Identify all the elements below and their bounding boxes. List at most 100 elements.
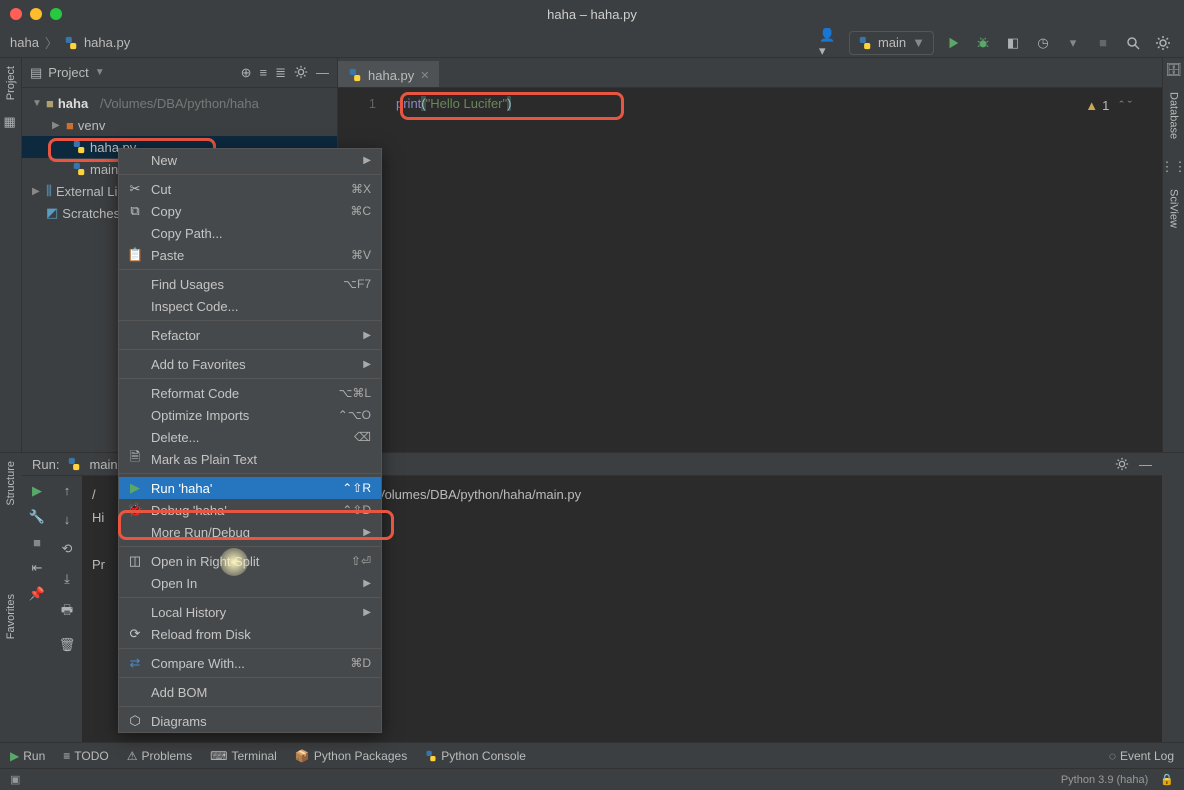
console-actions-rail: ↑ ↓ ⟲ ⤓ 🖶 🗑	[52, 453, 82, 742]
code-editor[interactable]: 1 print("Hello Lucifer") ▲ 1 ˆ ˇ	[338, 88, 1162, 119]
exit-icon[interactable]: ⇤	[32, 560, 43, 576]
coverage-button[interactable]: ◧	[1002, 32, 1024, 54]
soft-wrap-icon[interactable]: ⟲	[62, 541, 73, 557]
python-icon	[72, 140, 86, 154]
debug-button[interactable]	[972, 32, 994, 54]
breadcrumb-item[interactable]: haha	[10, 35, 39, 50]
close-tab-icon[interactable]: ✕	[420, 69, 429, 82]
ctx-paste[interactable]: 📋Paste⌘V	[119, 244, 381, 266]
ctx-debug[interactable]: 🐞Debug 'haha'⌃⇧D	[119, 499, 381, 521]
ctx-diagrams[interactable]: ⬡Diagrams	[119, 710, 381, 732]
breadcrumb-separator: 〉	[45, 33, 58, 52]
interpreter-status[interactable]: Python 3.9 (haha)	[1061, 774, 1148, 786]
code-line: print("Hello Lucifer")	[388, 96, 511, 111]
breadcrumb-item[interactable]: haha.py	[84, 35, 130, 50]
expand-all-icon[interactable]: ≡	[260, 65, 268, 81]
scroll-icon[interactable]: ⤓	[64, 571, 70, 587]
ctx-open-in[interactable]: Open In▶	[119, 572, 381, 594]
trash-icon[interactable]: 🗑	[59, 637, 76, 653]
print-icon[interactable]: 🖶	[61, 601, 73, 623]
ctx-optimize[interactable]: Optimize Imports⌃⌥O	[119, 404, 381, 426]
left-tool-rail: Project ▦	[0, 58, 22, 452]
event-log-tab[interactable]: ◌Event Log	[1109, 749, 1174, 763]
prev-icon[interactable]: ˆ	[1119, 98, 1123, 113]
up-icon[interactable]: ↑	[64, 483, 71, 498]
play-icon: ▶	[127, 480, 143, 496]
stop-icon[interactable]: ■	[33, 535, 41, 550]
ctx-run[interactable]: ▶Run 'haha'⌃⇧R	[119, 477, 381, 499]
next-icon[interactable]: ˇ	[1128, 98, 1132, 113]
python-icon	[64, 36, 78, 50]
ctx-more-run[interactable]: More Run/Debug▶	[119, 521, 381, 543]
locate-icon[interactable]: ⊕	[241, 65, 252, 81]
ctx-reformat[interactable]: Reformat Code⌥⌘L	[119, 382, 381, 404]
pin-icon[interactable]: 📌	[29, 586, 45, 602]
run-tab[interactable]: ▶Run	[10, 749, 45, 763]
tool-window-icon[interactable]: ▣	[10, 773, 20, 786]
database-icon[interactable]: 🗄	[1165, 62, 1182, 78]
ctx-refactor[interactable]: Refactor▶	[119, 324, 381, 346]
ctx-copy[interactable]: ⧉Copy⌘C	[119, 200, 381, 222]
sciview-icon[interactable]: ⋮⋮	[1161, 159, 1184, 175]
lock-icon[interactable]: 🔒	[1160, 773, 1174, 786]
ctx-delete[interactable]: Delete...⌫	[119, 426, 381, 448]
todo-tab[interactable]: ≡TODO	[63, 749, 108, 763]
user-icon[interactable]: 👤▾	[819, 32, 841, 54]
search-everywhere-icon[interactable]	[1122, 32, 1144, 54]
cut-icon: ✂	[127, 181, 143, 197]
rerun-icon[interactable]: ▶	[32, 483, 42, 499]
zoom-window-button[interactable]	[50, 8, 62, 20]
settings-icon[interactable]	[1115, 457, 1129, 472]
profile-button[interactable]: ◷	[1032, 32, 1054, 54]
settings-icon[interactable]	[1152, 32, 1174, 54]
project-tool-tab[interactable]: Project	[5, 62, 17, 104]
packages-tab[interactable]: 📦Python Packages	[295, 749, 407, 763]
console-tab[interactable]: Python Console	[425, 749, 526, 763]
structure-tool-tab[interactable]: Structure	[5, 457, 17, 510]
problems-tab[interactable]: ⚠Problems	[127, 749, 192, 763]
collapse-all-icon[interactable]: ≣	[275, 65, 286, 81]
run-config-selector[interactable]: main ▼	[849, 31, 934, 55]
compare-icon: ⇄	[127, 655, 143, 671]
project-label[interactable]: Project	[48, 65, 88, 80]
close-window-button[interactable]	[10, 8, 22, 20]
editor-tab[interactable]: haha.py ✕	[338, 61, 439, 87]
terminal-tab[interactable]: ⌨Terminal	[210, 749, 277, 763]
ctx-compare[interactable]: ⇄Compare With...⌘D	[119, 652, 381, 674]
ctx-bom[interactable]: Add BOM	[119, 681, 381, 703]
ctx-open-split[interactable]: ◫Open in Right Split⇧⏎	[119, 550, 381, 572]
down-icon[interactable]: ↓	[64, 512, 71, 527]
run-label: Run:	[32, 457, 59, 472]
ctx-cut[interactable]: ✂Cut⌘X	[119, 178, 381, 200]
ctx-plain[interactable]: 🗎Mark as Plain Text	[119, 448, 381, 470]
editor-area: haha.py ✕ 1 print("Hello Lucifer") ▲ 1 ˆ…	[338, 58, 1162, 452]
tree-item-venv[interactable]: ▶ ■ venv	[22, 114, 337, 136]
concurrency-button[interactable]: ▾	[1062, 32, 1084, 54]
stop-button[interactable]: ■	[1092, 32, 1114, 54]
favorites-tool-tab[interactable]: Favorites	[5, 590, 17, 643]
ctx-reload[interactable]: ⟳Reload from Disk	[119, 623, 381, 645]
ctx-copy-path[interactable]: Copy Path...	[119, 222, 381, 244]
wrench-icon[interactable]: 🔧	[29, 509, 45, 525]
ctx-new[interactable]: New▶	[119, 149, 381, 171]
ctx-favorites[interactable]: Add to Favorites▶	[119, 353, 381, 375]
tree-item-label: venv	[78, 118, 105, 133]
breadcrumb[interactable]: haha 〉 haha.py	[10, 33, 130, 52]
ctx-inspect[interactable]: Inspect Code...	[119, 295, 381, 317]
tree-root[interactable]: ▼ ■ haha /Volumes/DBA/python/haha	[22, 92, 337, 114]
hide-icon[interactable]: —	[1139, 457, 1152, 472]
bottom-tool-tabs: ▶Run ≡TODO ⚠Problems ⌨Terminal 📦Python P…	[0, 742, 1184, 768]
project-icon[interactable]: ▦	[4, 114, 18, 128]
run-button[interactable]	[942, 32, 964, 54]
warning-count: 1	[1102, 98, 1109, 113]
minimize-window-button[interactable]	[30, 8, 42, 20]
context-menu: New▶ ✂Cut⌘X ⧉Copy⌘C Copy Path... 📋Paste⌘…	[118, 148, 382, 733]
run-config-name: main	[878, 35, 906, 50]
ctx-local-history[interactable]: Local History▶	[119, 601, 381, 623]
database-tool-tab[interactable]: Database	[1168, 88, 1180, 143]
settings-icon[interactable]	[294, 65, 308, 81]
sciview-tool-tab[interactable]: SciView	[1168, 185, 1180, 232]
ctx-find-usages[interactable]: Find Usages⌥F7	[119, 273, 381, 295]
hide-icon[interactable]: —	[316, 65, 329, 81]
inspection-widget[interactable]: ▲ 1 ˆ ˇ	[1085, 98, 1132, 113]
